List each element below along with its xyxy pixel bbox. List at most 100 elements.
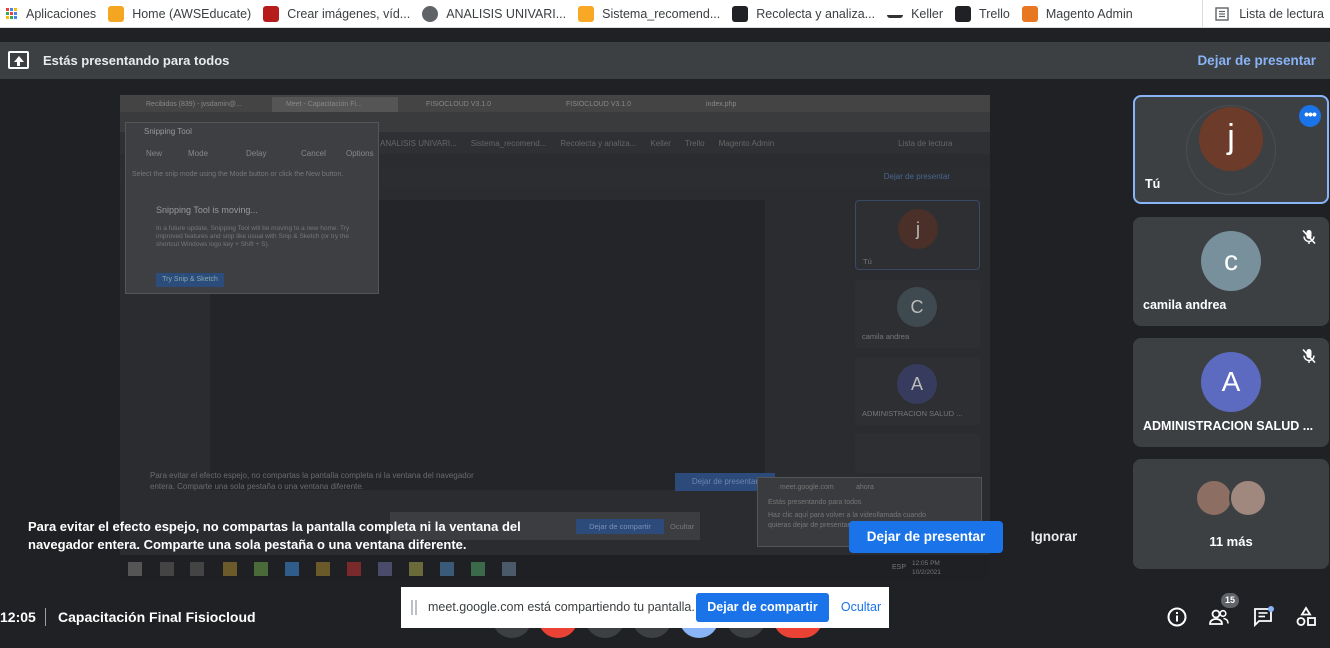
bookmark-keller[interactable]: Keller	[881, 0, 949, 28]
shared-tile-avatar: j	[898, 209, 938, 249]
bookmark-magento[interactable]: Magento Admin	[1016, 0, 1139, 28]
shared-bookmark: Sistema_recomend...	[470, 138, 547, 148]
mic-off-icon	[1302, 348, 1316, 364]
shared-tile	[855, 433, 980, 473]
participant-tile-admin[interactable]: A ADMINISTRACION SALUD ...	[1133, 338, 1329, 447]
stop-presenting-link[interactable]: Dejar de presentar	[1197, 53, 1316, 68]
shared-warning-text: Para evitar el efecto espejo, no compart…	[150, 471, 474, 491]
shared-tile-name: ADMINISTRACION SALUD ...	[862, 409, 963, 418]
snip-tool: Delay	[246, 149, 267, 158]
screen-share-popup: meet.google.com está compartiendo tu pan…	[401, 587, 889, 628]
participant-tile-self[interactable]: j ••• Tú	[1133, 95, 1329, 204]
avatar	[1195, 479, 1233, 517]
mic-off-icon	[1302, 229, 1316, 245]
bookmark-label: Trello	[979, 6, 1010, 21]
present-screen-icon	[8, 51, 29, 69]
bookmark-label: Crear imágenes, víd...	[287, 6, 411, 21]
people-count-badge: 15	[1221, 593, 1239, 608]
snip-moving-heading: Snipping Tool is moving...	[156, 205, 258, 215]
stop-presenting-button[interactable]: Dejar de presentar	[849, 521, 1003, 553]
more-options-icon: •••	[1304, 106, 1317, 122]
ignore-button[interactable]: Ignorar	[1022, 521, 1086, 553]
avatar: c	[1201, 231, 1261, 291]
globe-icon	[422, 5, 439, 22]
drive-icon	[732, 5, 749, 22]
snip-tool: Options	[346, 149, 374, 158]
shared-bookmark: Keller	[650, 138, 671, 148]
meeting-title: Capacitación Final Fisiocloud	[58, 609, 256, 625]
bookmark-trello[interactable]: Trello	[949, 0, 1016, 28]
shared-tab: FISIOCLOUD V3.1.0	[426, 101, 491, 108]
snip-toolbar: New Mode Delay Cancel Options	[126, 143, 380, 163]
avatar	[1229, 479, 1267, 517]
shared-tile-name: camila andrea	[862, 332, 910, 341]
magento-icon	[1021, 5, 1038, 22]
shared-taskbar: ESP 12:05 PM 10/2/2021	[120, 555, 990, 582]
shared-tab: Recibidos (839) - jvsdamin@...	[146, 101, 242, 108]
shared-tab-strip: Recibidos (839) - jvsdamin@... Meet - Ca…	[120, 95, 990, 112]
drag-handle-icon[interactable]	[411, 600, 417, 615]
mirror-warning-text: Para evitar el efecto espejo, no compart…	[28, 519, 521, 552]
bookmark-apps[interactable]: Aplicaciones	[0, 0, 102, 28]
bookmark-analisis[interactable]: ANALISIS UNIVARI...	[416, 0, 572, 28]
shared-bookmark: Lista de lectura	[898, 138, 953, 148]
shared-share-hide: Ocultar	[670, 522, 695, 531]
presenting-text: Estás presentando para todos	[43, 53, 230, 68]
shared-lang: ESP	[892, 564, 907, 571]
shared-bookmark: Magento Admin	[718, 138, 775, 148]
shared-screen-preview: Recibidos (839) - jvsdamin@... Meet - Ca…	[120, 95, 990, 582]
info-icon[interactable]	[1166, 606, 1188, 628]
participant-name: Tú	[1145, 177, 1161, 191]
bookmark-label: Home (AWSEducate)	[132, 6, 252, 21]
stop-sharing-button[interactable]: Dejar de compartir	[696, 593, 829, 622]
reading-list-button[interactable]: Lista de lectura	[1202, 0, 1330, 28]
bookmark-aws[interactable]: Home (AWSEducate)	[102, 0, 257, 28]
avatar: j	[1199, 107, 1263, 171]
activities-icon[interactable]	[1295, 606, 1317, 628]
shared-bookmark: Trello	[684, 138, 705, 148]
bookmark-label: Sistema_recomend...	[602, 6, 721, 21]
bookmark-sistema[interactable]: Sistema_recomend...	[572, 0, 726, 28]
participant-tile-camila[interactable]: c camila andrea	[1133, 217, 1329, 326]
reading-list-label: Lista de lectura	[1239, 7, 1324, 21]
shared-bookmark: Recolecta y analiza...	[560, 138, 637, 148]
shared-stop-label: Dejar de presentar	[883, 172, 950, 181]
trello-icon	[955, 5, 972, 22]
shared-tab: FISIOCLOUD V3.1.0	[566, 101, 631, 108]
shared-clock: 12:05 PM 10/2/2021	[912, 559, 941, 577]
hide-button[interactable]: Ocultar	[839, 593, 883, 622]
people-icon[interactable]	[1208, 606, 1230, 628]
shared-clock-time: 12:05 PM	[912, 560, 940, 567]
snip-tool: Mode	[188, 149, 209, 158]
divider	[45, 608, 46, 626]
shared-tile: C camila andrea	[855, 280, 980, 348]
reading-list-icon	[1215, 7, 1229, 21]
snip-tool: New	[146, 149, 163, 158]
bookmark-recolecta[interactable]: Recolecta y analiza...	[726, 0, 881, 28]
notif-title: Estás presentando para todos	[768, 499, 862, 506]
snip-paragraph: In a future update, Snipping Tool will b…	[156, 225, 350, 248]
participant-name: ADMINISTRACION SALUD ...	[1143, 419, 1314, 433]
bookmark-label: ANALISIS UNIVARI...	[446, 6, 567, 21]
bookmark-label: Recolecta y analiza...	[756, 6, 876, 21]
bookmark-label: Magento Admin	[1045, 6, 1133, 21]
snip-title: Snipping Tool	[144, 127, 192, 136]
snip-description: Select the snip mode using the Mode butt…	[132, 171, 344, 178]
meeting-time: 12:05	[0, 609, 36, 625]
more-options-button[interactable]: •••	[1299, 105, 1321, 127]
shared-tile-name: Tú	[863, 257, 872, 266]
shared-tile-avatar: A	[897, 364, 937, 404]
more-participants-count: 11 más	[1209, 534, 1253, 549]
keller-icon	[887, 9, 904, 18]
shared-share-stop: Dejar de compartir	[576, 519, 664, 534]
shared-bookmark: ANALISIS UNIVARI...	[380, 138, 457, 148]
snipping-tool-window: Snipping Tool New Mode Delay Cancel Opti…	[125, 122, 379, 294]
chat-icon[interactable]	[1252, 606, 1274, 628]
spark-icon	[263, 5, 280, 22]
shared-tile: j Tú	[855, 200, 980, 270]
bookmark-label: Keller	[911, 6, 944, 21]
bookmark-crear-imagenes[interactable]: Crear imágenes, víd...	[257, 0, 416, 28]
presenting-banner: Estás presentando para todos Dejar de pr…	[0, 42, 1330, 79]
participant-tile-more[interactable]: 11 más	[1133, 459, 1329, 569]
shared-tile: A ADMINISTRACION SALUD ...	[855, 357, 980, 425]
